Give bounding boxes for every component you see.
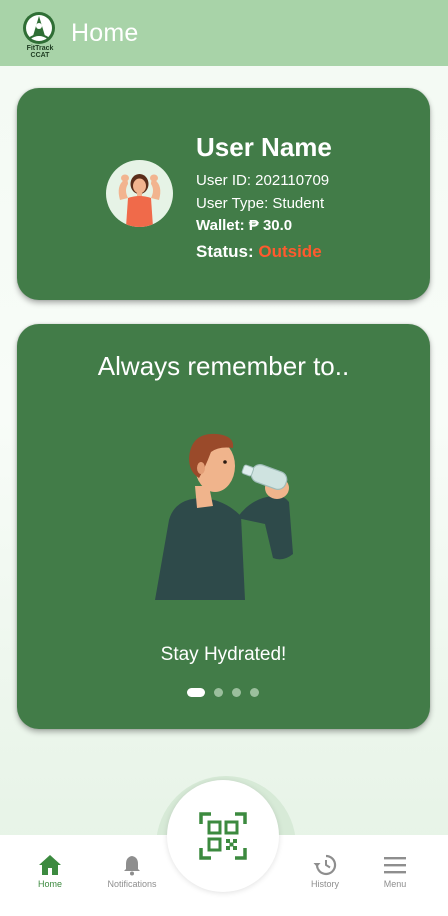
carousel-dot[interactable]: [232, 688, 241, 697]
app-bar: Home: [0, 0, 448, 66]
nav-item-notifications[interactable]: Notifications: [97, 854, 167, 889]
home-icon: [39, 855, 61, 875]
reminder-carousel[interactable]: Always remember to.. Stay Hydrated!: [17, 324, 430, 729]
nav-label-history: History: [310, 879, 339, 889]
reminder-caption: Stay Hydrated!: [160, 644, 287, 665]
nav-item-menu[interactable]: Menu: [360, 854, 430, 889]
flexing-woman-avatar-icon: [106, 160, 173, 227]
logo-text-bottom: CCAT: [30, 52, 50, 59]
man-drinking-water-icon: [133, 428, 303, 603]
carousel-indicator[interactable]: [187, 688, 268, 697]
user-id: User ID: 202110709: [196, 172, 330, 189]
carousel-dot[interactable]: [214, 688, 223, 697]
profile-info: User Name User ID: 202110709 User Type: …: [196, 132, 332, 265]
history-icon: [313, 854, 337, 876]
status-label: Status:: [196, 242, 254, 261]
nav-label-menu: Menu: [383, 879, 407, 889]
bell-icon: [124, 856, 140, 876]
status-line: Status: Outside: [196, 239, 332, 265]
menu-icon: [384, 857, 406, 874]
logo-text-top: FitTrack: [26, 45, 54, 52]
user-type: User Type: Student: [196, 195, 325, 212]
wallet-balance: Wallet: ₱ 30.0: [196, 217, 293, 234]
nav-label-notifications: Notifications: [107, 879, 157, 889]
reminder-title: Always remember to..: [97, 351, 350, 381]
carousel-dot[interactable]: [250, 688, 259, 697]
nav-label-home: Home: [37, 879, 62, 889]
page-title: Home: [71, 19, 139, 47]
qr-scan-button[interactable]: [167, 780, 279, 892]
nav-item-history[interactable]: History: [290, 854, 360, 889]
qr-scan-icon: [199, 812, 247, 860]
status-value: Outside: [258, 242, 322, 261]
logo-text: FitTrack CCAT: [18, 45, 62, 59]
nav-item-home[interactable]: Home: [15, 854, 85, 889]
user-name: User Name: [196, 132, 332, 162]
profile-card[interactable]: User Name User ID: 202110709 User Type: …: [17, 88, 430, 300]
carousel-dot[interactable]: [187, 688, 205, 697]
